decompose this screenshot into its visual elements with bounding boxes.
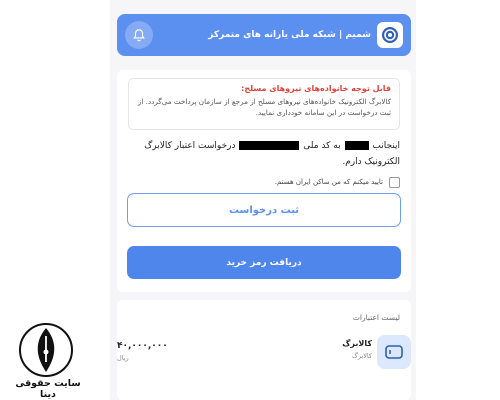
app-title: شمیم | شبکه ملی یارانه های متمرکز <box>208 30 371 40</box>
notification-button[interactable] <box>125 21 153 49</box>
notice-box: قابل توجه خانواده‌های نیروهای مسلح: کالا… <box>128 78 400 130</box>
request-part1: اینجانب <box>372 141 400 151</box>
credit-item-name: کالابرگ <box>342 339 372 348</box>
credit-currency: ریال <box>117 354 129 362</box>
redacted-national-id <box>239 141 300 150</box>
consent-checkbox[interactable] <box>389 176 400 188</box>
pen-nib-icon <box>18 322 74 378</box>
credits-title: لیست اعتبارات <box>352 313 400 322</box>
redacted-name <box>344 141 369 150</box>
get-purchase-password-button[interactable]: دریافت رمز خرید <box>127 246 401 279</box>
card-icon <box>377 335 411 369</box>
request-statement: اینجانب به کد ملی درخواست اعتبار کالابرگ… <box>128 138 400 170</box>
notice-title: قابل توجه خانواده‌های نیروهای مسلح: <box>241 84 391 93</box>
watermark-text: سایت حقوقی دینا <box>15 378 81 400</box>
credit-item-subtitle: کالابرگ <box>352 352 372 360</box>
consent-row: تایید میکنم که من ساکن ایران هستم. <box>128 176 400 188</box>
brand: شمیم | شبکه ملی یارانه های متمرکز <box>208 22 403 48</box>
bell-icon <box>133 29 145 42</box>
credit-amount: ۴۰,۰۰۰,۰۰۰ <box>117 341 168 351</box>
request-part2: به کد ملی <box>303 141 341 151</box>
app-header: شمیم | شبکه ملی یارانه های متمرکز <box>117 14 411 56</box>
consent-label: تایید میکنم که من ساکن ایران هستم. <box>274 178 383 186</box>
notice-body: کالابرگ الکترونیک خانواده‌های نیروهای مس… <box>137 97 391 117</box>
shamim-logo-icon <box>377 22 403 48</box>
submit-request-button[interactable]: ثبت درخواست <box>127 193 401 227</box>
